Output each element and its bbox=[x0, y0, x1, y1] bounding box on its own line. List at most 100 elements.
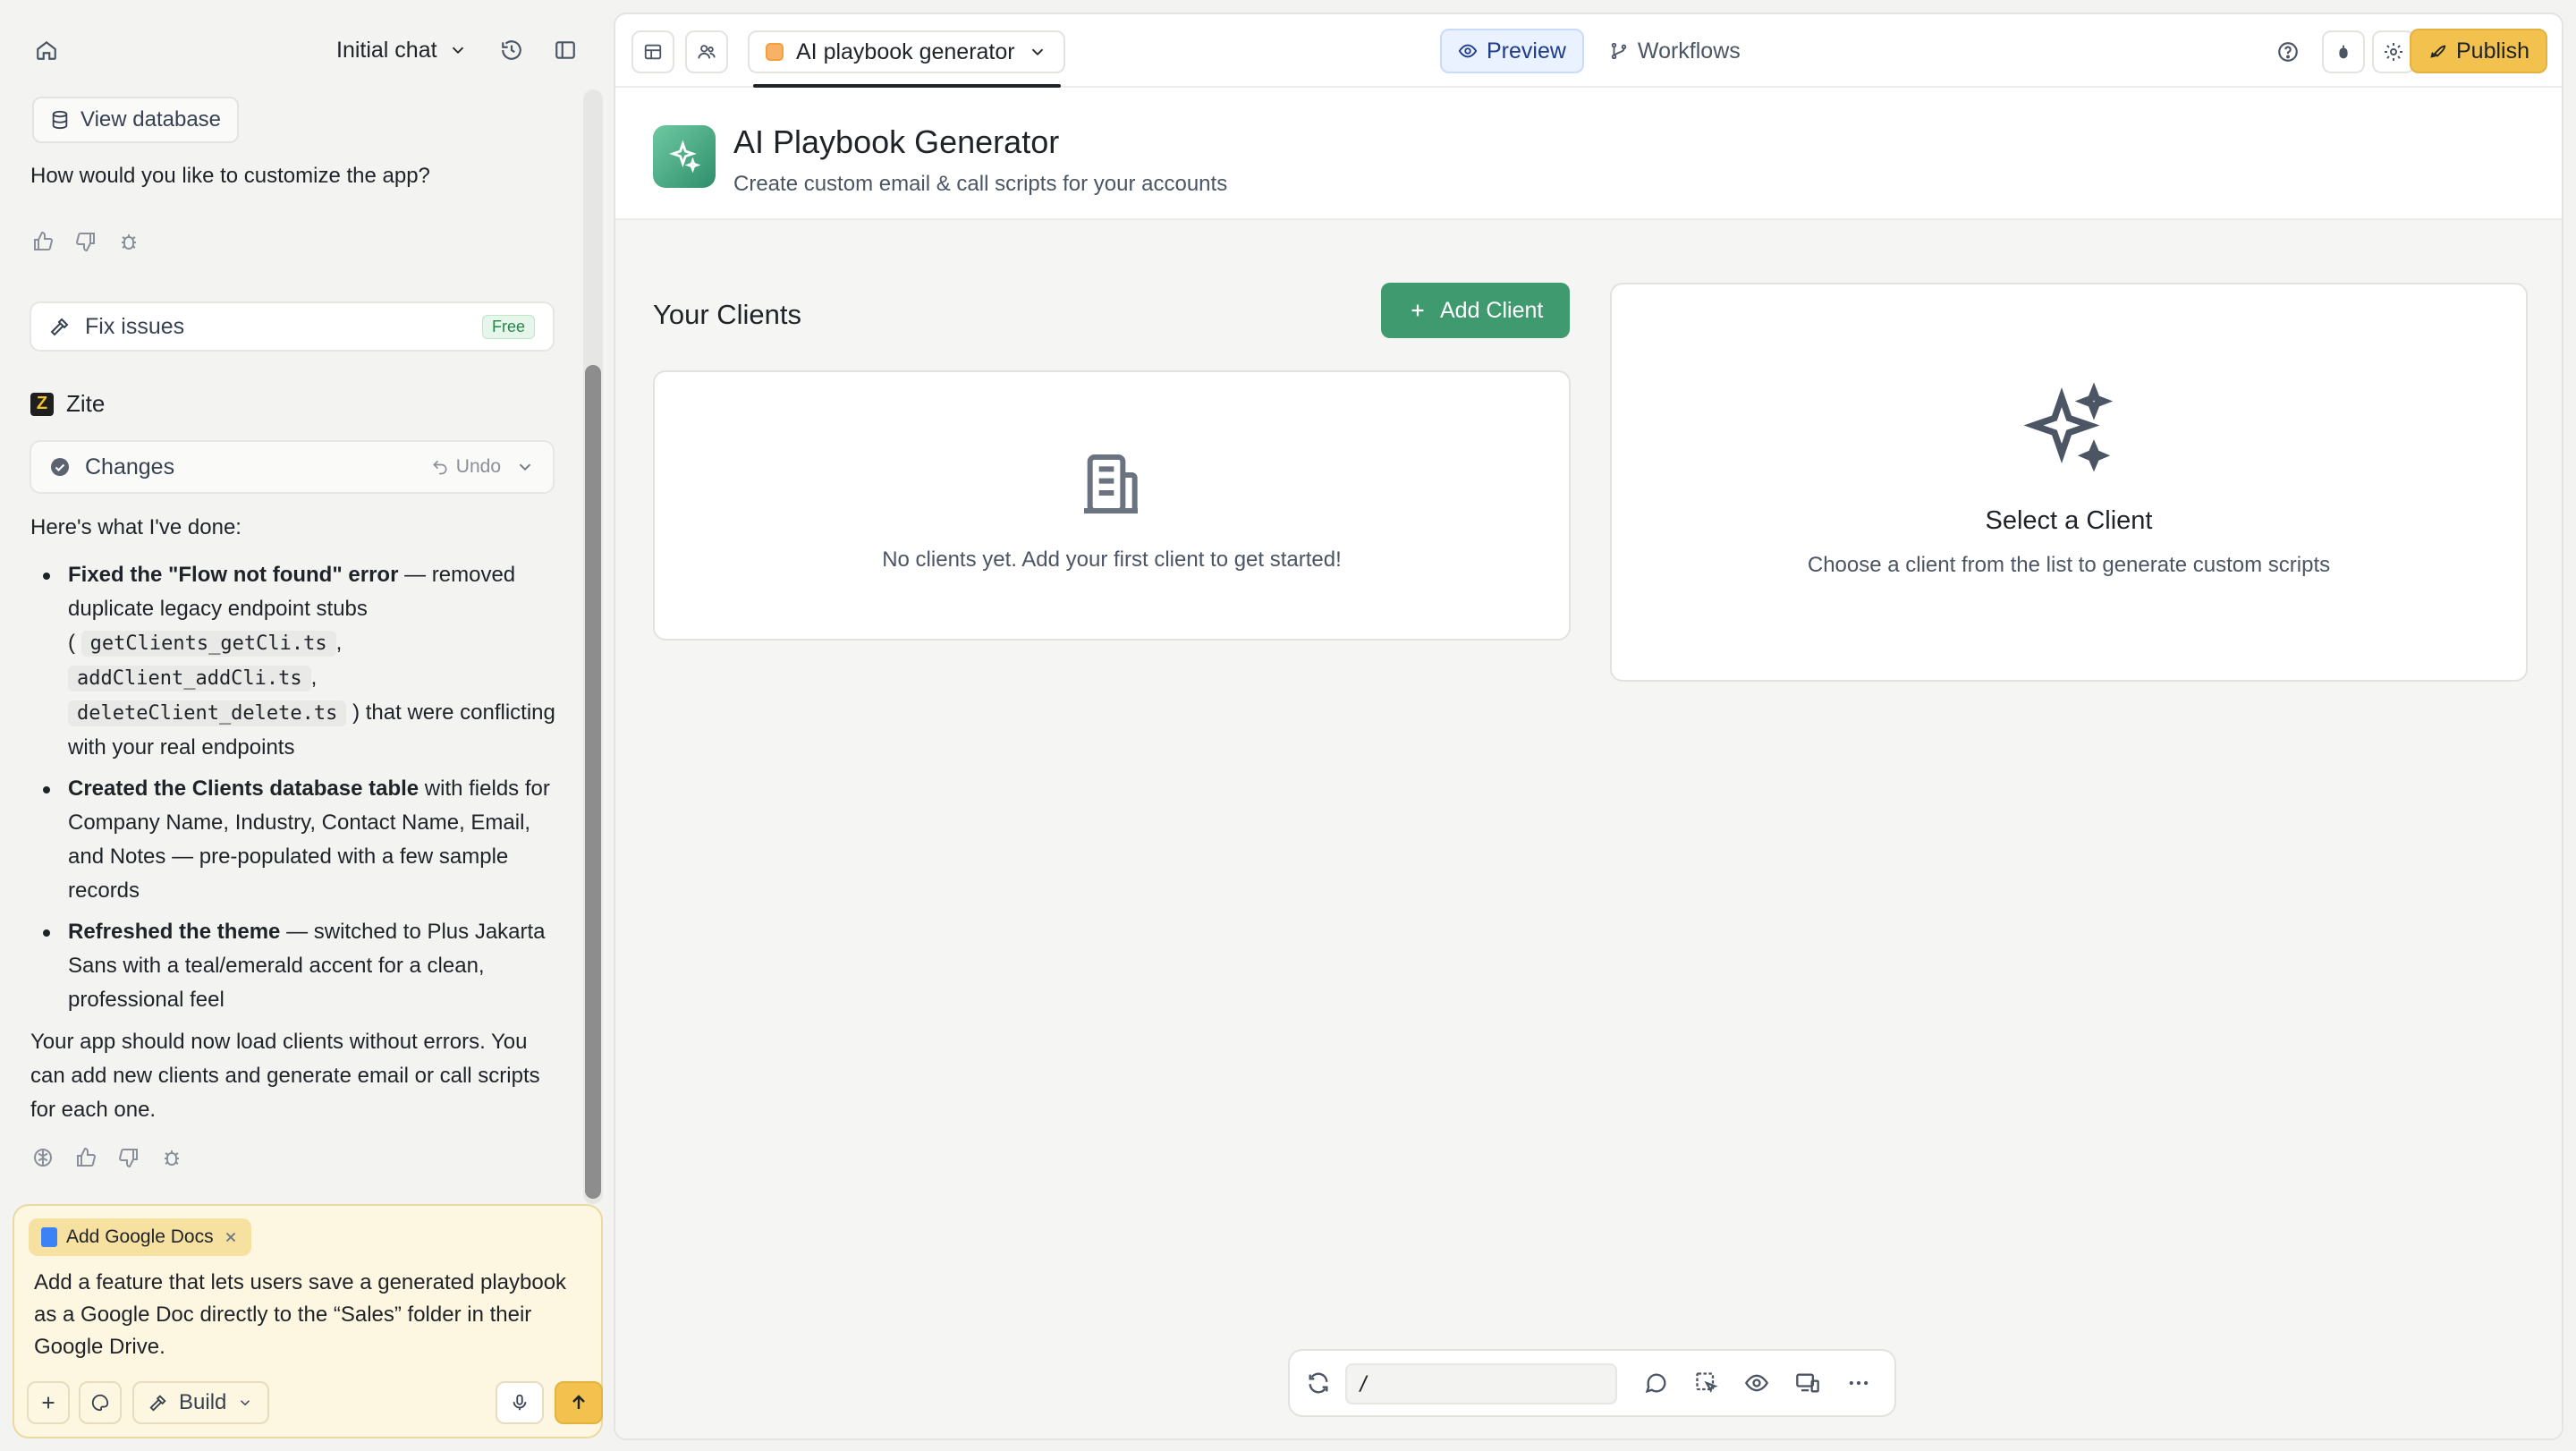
chevron-down-icon bbox=[448, 40, 468, 60]
chevron-down-icon bbox=[1028, 42, 1047, 62]
comment-icon[interactable] bbox=[1644, 1370, 1669, 1396]
view-database-button[interactable]: View database bbox=[32, 97, 240, 143]
google-docs-icon bbox=[41, 1227, 57, 1247]
design-mode-button[interactable] bbox=[79, 1381, 122, 1424]
app-icon bbox=[766, 43, 784, 61]
close-icon[interactable] bbox=[223, 1229, 239, 1245]
composer-actions: Build bbox=[27, 1381, 603, 1428]
responsive-devices-icon[interactable] bbox=[1794, 1370, 1821, 1396]
chat-selector[interactable]: Initial chat bbox=[336, 30, 468, 70]
send-button[interactable] bbox=[555, 1381, 603, 1424]
git-branch-icon bbox=[1609, 41, 1629, 61]
thumbs-down-icon[interactable] bbox=[118, 1147, 140, 1168]
list-item: Fixed the "Flow not found" error — remov… bbox=[30, 558, 558, 765]
clients-empty-state: No clients yet. Add your first client to… bbox=[653, 370, 1571, 641]
undo-label: Undo bbox=[455, 456, 501, 477]
app-content: Your Clients Add Client No clients yet. … bbox=[615, 220, 2562, 1438]
thumbs-up-icon[interactable] bbox=[75, 1147, 97, 1168]
tag-label: Add Google Docs bbox=[66, 1226, 214, 1247]
code-snippet: addClient_addCli.ts bbox=[68, 666, 311, 692]
palette-icon bbox=[90, 1393, 110, 1413]
add-client-label: Add Client bbox=[1440, 297, 1544, 323]
thumbs-down-icon[interactable] bbox=[75, 231, 97, 252]
page-title: AI Playbook Generator bbox=[733, 123, 1060, 160]
bug-icon[interactable] bbox=[161, 1147, 182, 1168]
rocket-icon bbox=[2428, 41, 2447, 61]
more-icon[interactable] bbox=[1846, 1370, 1871, 1396]
app-selector[interactable]: AI playbook generator bbox=[748, 30, 1065, 73]
help-icon[interactable] bbox=[2272, 36, 2304, 68]
fix-issues-button[interactable]: Fix issues Free bbox=[30, 301, 555, 352]
main-toolbar: AI playbook generator Preview Workflows bbox=[615, 14, 2562, 88]
view-tabs: Preview Workflows bbox=[1440, 29, 1758, 73]
brain-icon[interactable] bbox=[32, 1147, 54, 1168]
chat-sidebar: Initial chat View database How would you… bbox=[0, 0, 610, 1451]
changes-panel[interactable]: Changes Undo bbox=[30, 440, 555, 494]
bug-icon bbox=[2334, 42, 2353, 62]
script-panel: Select a Client Choose a client from the… bbox=[1610, 283, 2528, 682]
code-snippet: deleteClient_delete.ts bbox=[68, 700, 347, 726]
code-snippet: getClients_getCli.ts bbox=[80, 631, 336, 657]
bug-report-button[interactable] bbox=[2322, 30, 2365, 73]
plus-icon bbox=[38, 1393, 58, 1413]
assistant-outro: Your app should now load clients without… bbox=[30, 1030, 540, 1122]
history-icon[interactable] bbox=[496, 34, 528, 66]
list-item: Created the Clients database table with … bbox=[30, 772, 558, 908]
eye-icon bbox=[1458, 41, 1478, 61]
layout-toggle-button[interactable] bbox=[631, 30, 674, 73]
app-header: AI Playbook Generator Create custom emai… bbox=[615, 88, 2562, 220]
tab-label: Workflows bbox=[1637, 38, 1741, 64]
sparkle-logo-icon bbox=[653, 125, 716, 188]
chat-scrollbar-thumb[interactable] bbox=[585, 365, 601, 1199]
users-button[interactable] bbox=[685, 30, 728, 73]
select-element-icon[interactable] bbox=[1694, 1370, 1719, 1396]
arrow-up-icon bbox=[568, 1392, 589, 1413]
mode-selector[interactable]: Build bbox=[132, 1381, 270, 1424]
app-selector-label: AI playbook generator bbox=[796, 38, 1015, 64]
route-input[interactable]: / bbox=[1345, 1363, 1617, 1404]
undo-icon bbox=[431, 458, 449, 476]
eye-icon[interactable] bbox=[1744, 1370, 1769, 1396]
settings-button[interactable] bbox=[2372, 30, 2415, 73]
home-icon[interactable] bbox=[30, 34, 63, 66]
chevron-down-icon bbox=[237, 1395, 253, 1411]
chevron-down-icon[interactable] bbox=[515, 457, 535, 477]
fix-issues-label: Fix issues bbox=[85, 313, 185, 339]
bullet-heading: Refreshed the theme bbox=[68, 920, 281, 944]
google-docs-tag[interactable]: Add Google Docs bbox=[29, 1218, 251, 1256]
agent-header: Z Zite bbox=[30, 390, 105, 418]
chat-composer[interactable]: Add Google Docs Add a feature that lets … bbox=[13, 1204, 603, 1438]
publish-button[interactable]: Publish bbox=[2410, 29, 2547, 73]
refresh-icon[interactable] bbox=[1306, 1370, 1331, 1396]
preview-toolbar: / bbox=[1288, 1349, 1896, 1417]
feedback-row bbox=[32, 231, 140, 252]
bullet-text: ( bbox=[68, 631, 75, 655]
sidebar-toggle-icon[interactable] bbox=[549, 34, 581, 66]
bullet-heading: Fixed the "Flow not found" error bbox=[68, 563, 399, 587]
composer-input[interactable]: Add a feature that lets users save a gen… bbox=[34, 1267, 571, 1363]
undo-button[interactable]: Undo bbox=[431, 456, 501, 478]
changes-label: Changes bbox=[85, 454, 175, 479]
hammer-icon bbox=[49, 316, 71, 337]
microphone-icon bbox=[510, 1393, 530, 1413]
bullet-heading: Created the Clients database table bbox=[68, 776, 419, 801]
table-icon bbox=[643, 42, 663, 62]
done-intro: Here's what I've done: bbox=[30, 515, 242, 539]
tab-workflows[interactable]: Workflows bbox=[1591, 29, 1758, 73]
thumbs-up-icon[interactable] bbox=[32, 231, 54, 252]
preview-panel: AI playbook generator Preview Workflows bbox=[614, 13, 2563, 1440]
tab-preview[interactable]: Preview bbox=[1440, 29, 1584, 73]
microphone-button[interactable] bbox=[496, 1381, 544, 1424]
mode-label: Build bbox=[179, 1390, 227, 1414]
zite-logo: Z bbox=[30, 392, 54, 416]
select-client-subtitle: Choose a client from the list to generat… bbox=[1807, 553, 2331, 577]
clients-heading: Your Clients bbox=[653, 299, 802, 330]
add-attachment-button[interactable] bbox=[27, 1381, 70, 1424]
tab-label: Preview bbox=[1487, 38, 1566, 64]
bug-icon[interactable] bbox=[118, 231, 140, 252]
database-icon bbox=[50, 110, 70, 130]
publish-label: Publish bbox=[2456, 38, 2529, 64]
sidebar-topbar: Initial chat bbox=[0, 0, 610, 86]
select-client-title: Select a Client bbox=[1985, 506, 2153, 535]
add-client-button[interactable]: Add Client bbox=[1381, 283, 1571, 338]
